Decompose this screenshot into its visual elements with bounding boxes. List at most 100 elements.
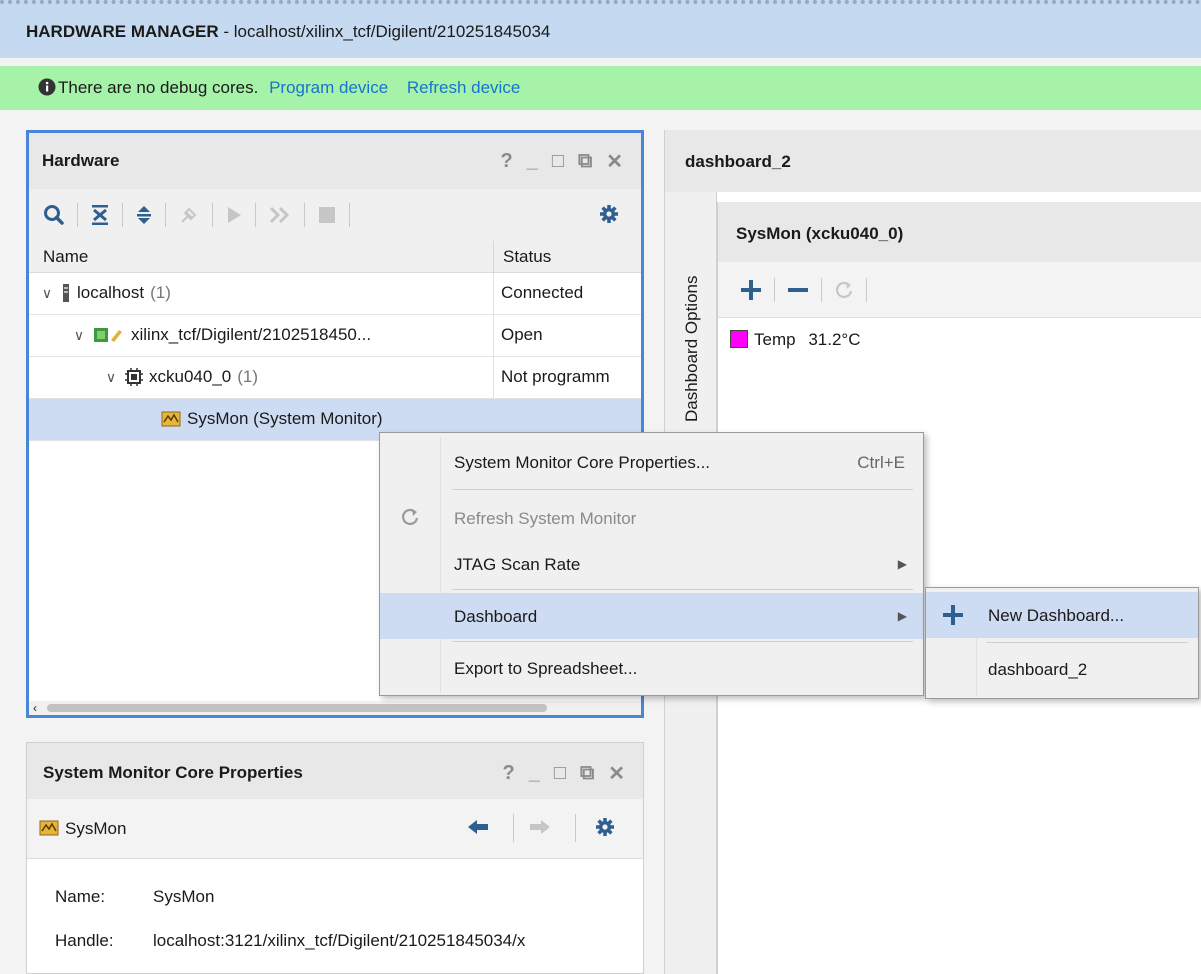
menu-separator xyxy=(452,589,913,590)
board-icon xyxy=(93,326,125,344)
dashboard-panel-header: dashboard_2 xyxy=(665,130,1201,192)
toolbar-separator xyxy=(513,814,514,842)
column-divider xyxy=(493,357,494,399)
tree-row-localhost[interactable]: ∨ localhost (1) Connected xyxy=(29,273,641,315)
hardware-tree-column-headers: Name Status xyxy=(29,241,641,273)
help-button[interactable]: ? xyxy=(501,150,513,173)
menu-item-label: JTAG Scan Rate xyxy=(454,555,581,574)
forward-arrow-icon xyxy=(529,817,551,837)
minimize-button[interactable]: _ xyxy=(527,150,538,173)
hardware-panel-title: Hardware xyxy=(42,151,120,170)
sysmon-panel-header: SysMon (xcku040_0) xyxy=(718,202,1201,262)
property-key: Name: xyxy=(55,887,106,906)
menu-item-export-spreadsheet[interactable]: Export to Spreadsheet... xyxy=(380,645,923,691)
property-value: SysMon xyxy=(153,887,215,906)
toolbar-separator xyxy=(77,203,78,227)
menu-item-dashboard-2[interactable]: dashboard_2 xyxy=(926,646,1198,692)
tree-label: localhost xyxy=(77,283,145,302)
scrollbar-thumb[interactable] xyxy=(47,704,547,712)
column-divider xyxy=(493,241,494,273)
properties-panel-title: System Monitor Core Properties xyxy=(43,763,303,782)
search-icon[interactable] xyxy=(43,204,65,226)
refresh-icon xyxy=(834,280,854,300)
minimize-button[interactable]: _ xyxy=(529,762,540,785)
stop-icon xyxy=(317,205,337,225)
program-device-link[interactable]: Program device xyxy=(269,78,388,97)
remove-icon[interactable] xyxy=(787,279,809,301)
menu-item-label: dashboard_2 xyxy=(988,660,1088,679)
menu-item-core-properties[interactable]: System Monitor Core Properties... Ctrl+E xyxy=(380,439,923,485)
tree-row-device[interactable]: ∨ xcku040_0 (1) Not programm xyxy=(29,357,641,399)
toolbar-separator xyxy=(122,203,123,227)
help-button[interactable]: ? xyxy=(503,762,515,785)
legend-entry-temp: Temp 31.2°C xyxy=(730,330,860,350)
scroll-left-icon[interactable]: ‹ xyxy=(33,701,37,715)
column-name-header[interactable]: Name xyxy=(43,247,88,267)
menu-item-jtag-scan-rate[interactable]: JTAG Scan Rate ▶ xyxy=(380,541,923,587)
menu-item-new-dashboard[interactable]: New Dashboard... xyxy=(926,592,1198,638)
property-value: localhost:3121/xilinx_tcf/Digilent/21025… xyxy=(153,931,526,950)
menu-item-label: System Monitor Core Properties... xyxy=(454,453,711,472)
dashboard-options-label[interactable]: Dashboard Options xyxy=(682,276,702,422)
horizontal-scrollbar[interactable]: ‹ xyxy=(29,701,641,715)
properties-panel-header: System Monitor Core Properties ? _ □ ⧉ ✕ xyxy=(27,743,643,799)
refresh-icon xyxy=(400,507,420,527)
toolbar-separator xyxy=(304,203,305,227)
close-button[interactable]: ✕ xyxy=(608,761,625,786)
properties-object-bar: SysMon xyxy=(27,799,643,859)
menu-separator xyxy=(452,641,913,642)
toolbar-separator xyxy=(821,277,822,302)
properties-object-name: SysMon xyxy=(65,819,127,838)
toolbar-separator xyxy=(575,814,576,842)
run-trigger-icon xyxy=(225,205,243,225)
menu-item-dashboard[interactable]: Dashboard ▶ xyxy=(380,593,923,639)
close-button[interactable]: ✕ xyxy=(606,149,623,174)
add-icon xyxy=(942,604,964,626)
sysmon-icon xyxy=(161,410,181,428)
menu-item-refresh-system-monitor: Refresh System Monitor xyxy=(380,495,923,541)
column-status-header[interactable]: Status xyxy=(503,247,551,267)
hardware-toolbar xyxy=(29,189,641,241)
settings-gear-icon[interactable] xyxy=(599,204,619,224)
settings-gear-icon[interactable] xyxy=(595,817,615,837)
tree-count: (1) xyxy=(150,283,171,302)
tree-status: Not programm xyxy=(501,367,610,386)
manager-title: HARDWARE MANAGER - localhost/xilinx_tcf/… xyxy=(26,22,551,41)
menu-item-label: Dashboard xyxy=(454,607,538,626)
property-name-row: Name: SysMon xyxy=(55,887,214,907)
dashboard-tab-title[interactable]: dashboard_2 xyxy=(685,152,791,172)
menu-separator xyxy=(452,489,913,490)
tree-label: xcku040_0 xyxy=(149,367,232,386)
debug-cores-info-bar: There are no debug cores. Program device… xyxy=(0,66,1201,110)
property-handle-row: Handle: localhost:3121/xilinx_tcf/Digilen… xyxy=(55,931,643,951)
menu-item-label: Refresh System Monitor xyxy=(454,509,637,528)
toolbar-separator xyxy=(349,203,350,227)
chevron-down-icon[interactable]: ∨ xyxy=(71,327,87,344)
maximize-button[interactable]: □ xyxy=(554,762,566,785)
tree-row-target[interactable]: ∨ xilinx_tcf/Digilent/2102518450... Open xyxy=(29,315,641,357)
dashboard-submenu: New Dashboard... dashboard_2 xyxy=(925,587,1199,699)
chip-icon xyxy=(125,368,143,386)
maximize-button[interactable]: □ xyxy=(552,150,564,173)
float-button[interactable]: ⧉ xyxy=(580,762,594,785)
hardware-panel-header: Hardware ? _ □ ⧉ ✕ xyxy=(29,133,641,189)
expand-all-icon[interactable] xyxy=(135,204,153,226)
info-icon xyxy=(38,78,56,96)
column-divider xyxy=(493,315,494,357)
legend-label: Temp xyxy=(754,330,796,349)
chevron-down-icon[interactable]: ∨ xyxy=(39,285,55,302)
legend-value: 31.2°C xyxy=(808,330,861,349)
tree-count: (1) xyxy=(237,367,259,386)
tree-status: Connected xyxy=(501,283,584,302)
property-key: Handle: xyxy=(55,931,114,950)
back-arrow-icon[interactable] xyxy=(467,817,489,837)
sysmon-context-menu: System Monitor Core Properties... Ctrl+E… xyxy=(379,432,924,696)
chevron-down-icon[interactable]: ∨ xyxy=(103,369,119,386)
sysmon-panel-title: SysMon (xcku040_0) xyxy=(736,224,904,243)
float-button[interactable]: ⧉ xyxy=(578,150,592,173)
collapse-all-icon[interactable] xyxy=(90,204,110,226)
refresh-device-link[interactable]: Refresh device xyxy=(407,78,520,97)
toolbar-separator xyxy=(165,203,166,227)
add-icon[interactable] xyxy=(740,279,762,301)
toolbar-separator xyxy=(866,277,867,302)
